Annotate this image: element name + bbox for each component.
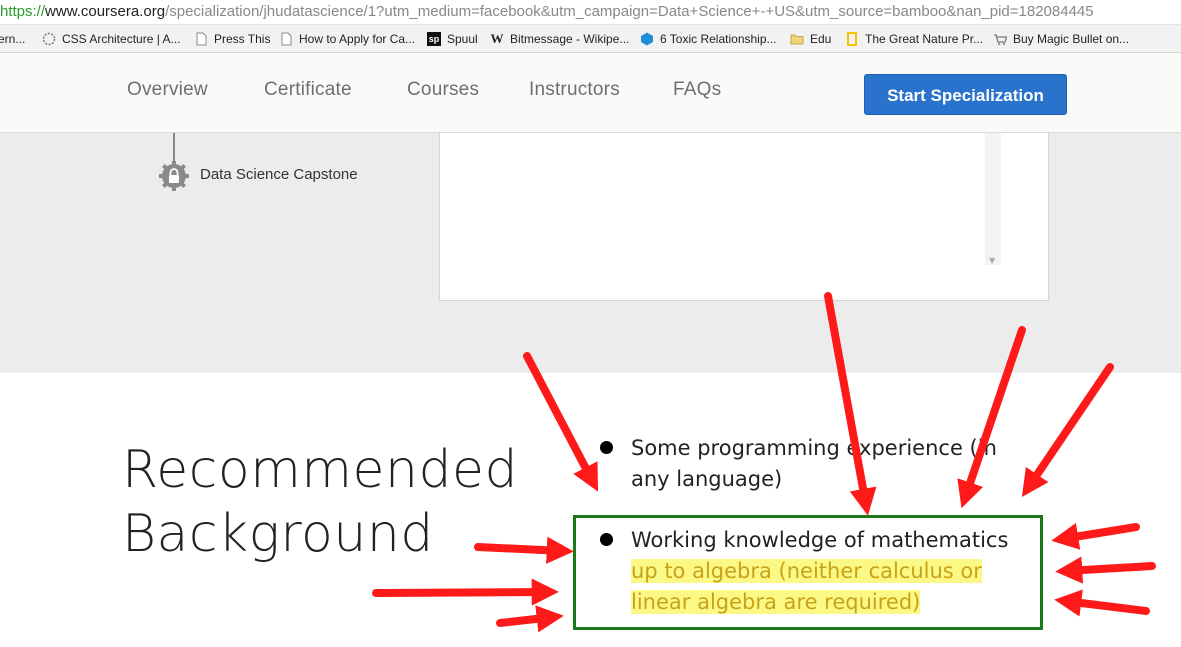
nav-instructors[interactable]: Instructors (529, 79, 620, 101)
bookmark-label: Edu (810, 32, 832, 46)
bookmark-label: CSS Architecture | A... (62, 32, 181, 46)
wikipedia-icon: W (490, 31, 504, 46)
scroll-down-arrow-icon[interactable]: ▼ (989, 256, 995, 265)
requirement-programming: Some programming experience (in any lang… (631, 433, 997, 495)
nav-faqs[interactable]: FAQs (673, 79, 721, 101)
heading-line: Recommended (122, 440, 518, 500)
url-scheme: https:// (0, 3, 46, 20)
panel-scrollbar[interactable] (985, 133, 1001, 265)
bookmark-label: Bitmessage - Wikipe... (510, 32, 630, 46)
url-path: /specialization/jhudatascience/1?utm_med… (165, 3, 1094, 20)
recommended-background-heading: Recommended Background (122, 438, 518, 566)
folder-icon (790, 32, 804, 46)
cart-icon (993, 32, 1008, 46)
sp-logo-icon: sp (427, 32, 441, 46)
capstone-course-label[interactable]: Data Science Capstone (200, 166, 358, 183)
red-arrow (496, 605, 564, 633)
red-arrow (523, 352, 599, 492)
bullet-icon (600, 441, 613, 454)
timeline-connector (173, 133, 175, 161)
bookmark-item[interactable]: How to Apply for Ca... (279, 30, 415, 48)
natgeo-icon (845, 32, 859, 46)
bookmark-label: The Great Nature Pr... (865, 32, 984, 46)
red-arrow (1051, 522, 1140, 550)
red-arrow (1054, 589, 1150, 617)
red-arrow (372, 578, 559, 606)
page-icon (279, 32, 293, 46)
requirement-line: any language) (631, 467, 783, 491)
start-specialization-button[interactable]: Start Specialization (864, 74, 1067, 115)
url-host: www.coursera.org (45, 3, 166, 20)
course-detail-panel (439, 133, 1049, 301)
bookmark-label: 6 Toxic Relationship... (660, 32, 777, 46)
red-arrow (1021, 363, 1114, 498)
hexagon-icon (640, 32, 654, 46)
address-bar[interactable]: https://www.coursera.org/specialization/… (0, 0, 1181, 25)
bookmark-item[interactable]: W Bitmessage - Wikipe... (490, 30, 630, 48)
bookmark-item[interactable]: 6 Toxic Relationship... (640, 30, 777, 48)
requirement-line: Some programming experience (in (631, 436, 997, 460)
nav-certificate[interactable]: Certificate (264, 79, 352, 101)
section-navigation: Overview Certificate Courses Instructors… (0, 53, 1181, 133)
bookmarks-bar: ern... CSS Architecture | A... Press Thi… (0, 25, 1181, 53)
bookmark-item[interactable]: The Great Nature Pr... (845, 30, 983, 48)
bookmark-item[interactable]: Press This (194, 30, 270, 48)
nav-courses[interactable]: Courses (407, 79, 479, 101)
bookmark-label: Spuul (447, 32, 478, 46)
bookmark-item[interactable]: Edu (790, 30, 831, 48)
heading-line: Background (122, 504, 434, 564)
bookmark-label: How to Apply for Ca... (299, 32, 416, 46)
bookmark-item[interactable]: CSS Architecture | A... (42, 30, 181, 48)
nav-overview[interactable]: Overview (127, 79, 208, 101)
bookmark-item[interactable]: ern... (0, 30, 25, 48)
red-arrow (1055, 556, 1156, 584)
lock-badge-icon (158, 160, 190, 192)
bookmark-label: Press This (214, 32, 271, 46)
bookmark-label: ern... (0, 32, 26, 46)
page-icon (194, 32, 208, 46)
annotation-box (573, 515, 1043, 630)
bookmark-item[interactable]: Buy Magic Bullet on... (993, 30, 1129, 48)
bookmark-item[interactable]: sp Spuul (427, 30, 478, 48)
dotted-circle-icon (42, 32, 56, 46)
bookmark-label: Buy Magic Bullet on... (1013, 32, 1130, 46)
